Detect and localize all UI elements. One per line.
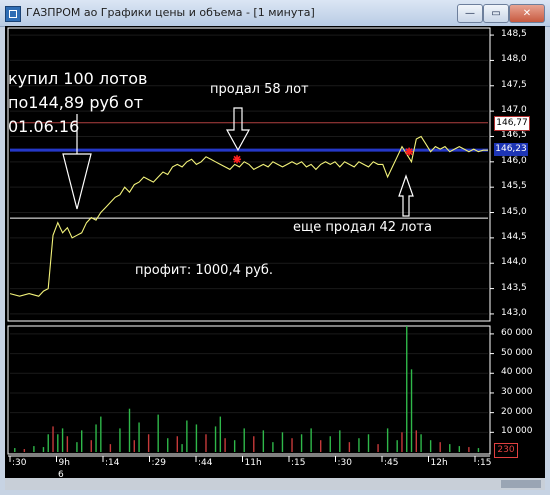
sell-arrow-icon [225, 107, 251, 152]
price-tick-label: 145,5 [501, 181, 527, 192]
buy-annotation: купил 100 лотов по144,89 руб от 01.06.16 [8, 67, 147, 139]
price-tick-label: 146,0 [501, 155, 527, 166]
price-tick-label: 144,5 [501, 231, 527, 242]
price-tick-label: 145,0 [501, 206, 527, 217]
buy-annotation-line: по144,89 руб от [8, 93, 144, 112]
trade-marker-star-icon [405, 147, 414, 156]
maximize-button[interactable]: ▭ [483, 4, 509, 23]
volume-tick-label: 30 000 [501, 386, 533, 397]
close-button[interactable]: ✕ [509, 4, 545, 23]
volume-tick-label: 20 000 [501, 406, 533, 417]
time-tick-label: :45 [384, 458, 399, 468]
time-tick-label: 12h [430, 458, 448, 468]
resistance-price-badge: 146,77 [494, 116, 530, 131]
buy-annotation-line: 01.06.16 [8, 117, 80, 136]
title-bar[interactable]: ГАЗПРОМ ао Графики цены и объема - [1 ми… [0, 0, 550, 27]
chart-window-icon[interactable] [5, 6, 21, 22]
volume-tick-label: 50 000 [501, 347, 533, 358]
window-title: ГАЗПРОМ ао Графики цены и объема - [1 ми… [26, 6, 315, 19]
volume-tick-label: 40 000 [501, 367, 533, 378]
scrollbar-thumb[interactable] [501, 480, 541, 488]
price-tick-label: 143,0 [501, 307, 527, 318]
time-tick-label: :14 [105, 458, 120, 468]
time-tick-label: :15 [477, 458, 492, 468]
second-sell-annotation: еще продал 42 лота [293, 220, 432, 235]
last-volume-badge: 230 [494, 443, 518, 458]
sell-annotation: продал 58 лот [210, 82, 309, 97]
chart-area[interactable]: купил 100 лотов по144,89 руб от 01.06.16… [5, 26, 545, 490]
current-price-badge: 146,23 [494, 143, 528, 156]
time-tick-label: :15 [291, 458, 306, 468]
time-tick-label: :30 [337, 458, 352, 468]
price-tick-label: 143,5 [501, 282, 527, 293]
trade-marker-star-icon [233, 155, 242, 164]
volume-bars [14, 326, 480, 452]
time-tick-label: :44 [198, 458, 213, 468]
time-tick-label: :30 [12, 458, 27, 468]
price-tick-label: 148,0 [501, 54, 527, 65]
time-tick-label: 11h [244, 458, 262, 468]
price-tick-label: 148,5 [501, 29, 527, 40]
time-tick-label: 9h [58, 458, 70, 468]
price-tick-label: 147,5 [501, 79, 527, 90]
volume-panel-frame [7, 325, 491, 455]
application-window: ГАЗПРОМ ао Графики цены и объема - [1 ми… [0, 0, 550, 495]
price-tick-label: 146,5 [501, 130, 527, 141]
time-tick-label: :29 [151, 458, 166, 468]
buy-annotation-line: купил 100 лотов [8, 69, 148, 88]
horizontal-scrollbar[interactable] [5, 478, 545, 490]
minimize-button[interactable]: — [457, 4, 483, 23]
profit-annotation: профит: 1000,4 руб. [135, 263, 274, 278]
sell2-arrow-icon [398, 174, 414, 217]
price-tick-label: 147,0 [501, 105, 527, 116]
price-tick-label: 144,0 [501, 257, 527, 268]
volume-tick-label: 10 000 [501, 426, 533, 437]
volume-tick-label: 60 000 [501, 327, 533, 338]
